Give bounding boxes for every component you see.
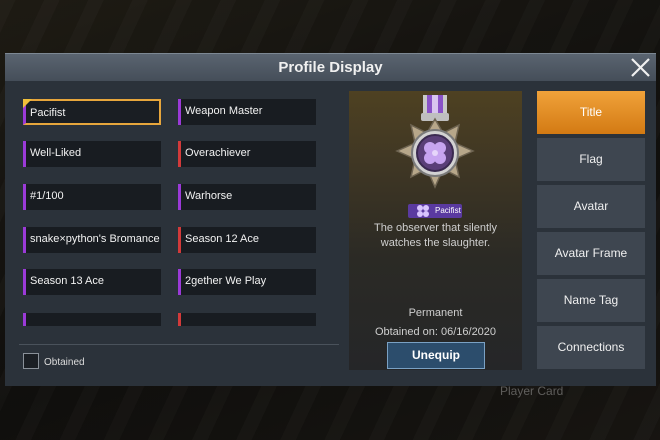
- tab-avatar[interactable]: Avatar: [537, 185, 645, 230]
- title-item-label: Season 13 Ace: [30, 275, 105, 287]
- dialog-body: Pacifist Weapon Master Well-Liked Overac…: [5, 81, 656, 386]
- unequip-button[interactable]: Unequip: [387, 342, 485, 369]
- clover-icon: [417, 205, 429, 217]
- close-button[interactable]: [627, 54, 654, 81]
- tab-flag[interactable]: Flag: [537, 138, 645, 183]
- tab-avatar-frame[interactable]: Avatar Frame: [537, 232, 645, 277]
- title-item-label: snake×python's Bromance: [30, 233, 160, 245]
- tab-name-tag[interactable]: Name Tag: [537, 279, 645, 324]
- pacifist-medal-icon: [395, 95, 475, 189]
- title-item-warhorse[interactable]: Warhorse: [178, 184, 316, 210]
- tab-title[interactable]: Title: [537, 91, 645, 136]
- title-item-label: #1/100: [30, 190, 64, 202]
- dialog-titlebar: Profile Display: [5, 53, 656, 81]
- title-item-2gether-we-play[interactable]: 2gether We Play: [178, 269, 316, 295]
- background-player-card-label: Player Card: [500, 384, 564, 398]
- title-item-label: Pacifist: [30, 107, 66, 119]
- title-item-label: Season 12 Ace: [185, 233, 260, 245]
- obtained-date: Obtained on: 06/16/2020: [374, 326, 497, 338]
- title-item-partial[interactable]: [23, 313, 161, 326]
- title-item-weapon-master[interactable]: Weapon Master: [178, 99, 316, 125]
- dialog-title: Profile Display: [278, 59, 383, 76]
- tab-connections[interactable]: Connections: [537, 326, 645, 371]
- list-divider: [19, 344, 339, 345]
- title-item-pacifist[interactable]: Pacifist: [23, 99, 161, 125]
- close-icon: [631, 58, 650, 77]
- title-item-well-liked[interactable]: Well-Liked: [23, 141, 161, 167]
- title-item-label: Overachiever: [185, 147, 251, 159]
- title-item-season-12-ace[interactable]: Season 12 Ace: [178, 227, 316, 253]
- title-description: The observer that silently watches the s…: [374, 222, 497, 249]
- title-item-label: Warhorse: [185, 190, 233, 202]
- titles-list[interactable]: Pacifist Weapon Master Well-Liked Overac…: [14, 89, 344, 326]
- title-badge: Pacifist: [408, 204, 462, 218]
- title-item-overachiever[interactable]: Overachiever: [178, 141, 316, 167]
- profile-display-dialog: Profile Display Pacifist Weapon Master W…: [5, 53, 656, 386]
- obtained-filter-label: Obtained: [44, 357, 85, 368]
- badge-label: Pacifist: [435, 206, 461, 215]
- title-item-label: Well-Liked: [30, 147, 82, 159]
- title-duration: Permanent: [408, 307, 463, 319]
- profile-tabs: Title Flag Avatar Avatar Frame Name Tag …: [537, 91, 645, 381]
- title-item-bromance[interactable]: snake×python's Bromance: [23, 227, 161, 253]
- title-item-label: Weapon Master: [185, 105, 263, 117]
- title-item-season-13-ace[interactable]: Season 13 Ace: [23, 269, 161, 295]
- title-item-partial[interactable]: [178, 313, 316, 326]
- title-item-label: 2gether We Play: [185, 275, 267, 287]
- title-item-1-of-100[interactable]: #1/100: [23, 184, 161, 210]
- title-detail-panel: Pacifist The observer that silently watc…: [349, 91, 522, 370]
- obtained-checkbox[interactable]: [23, 353, 39, 369]
